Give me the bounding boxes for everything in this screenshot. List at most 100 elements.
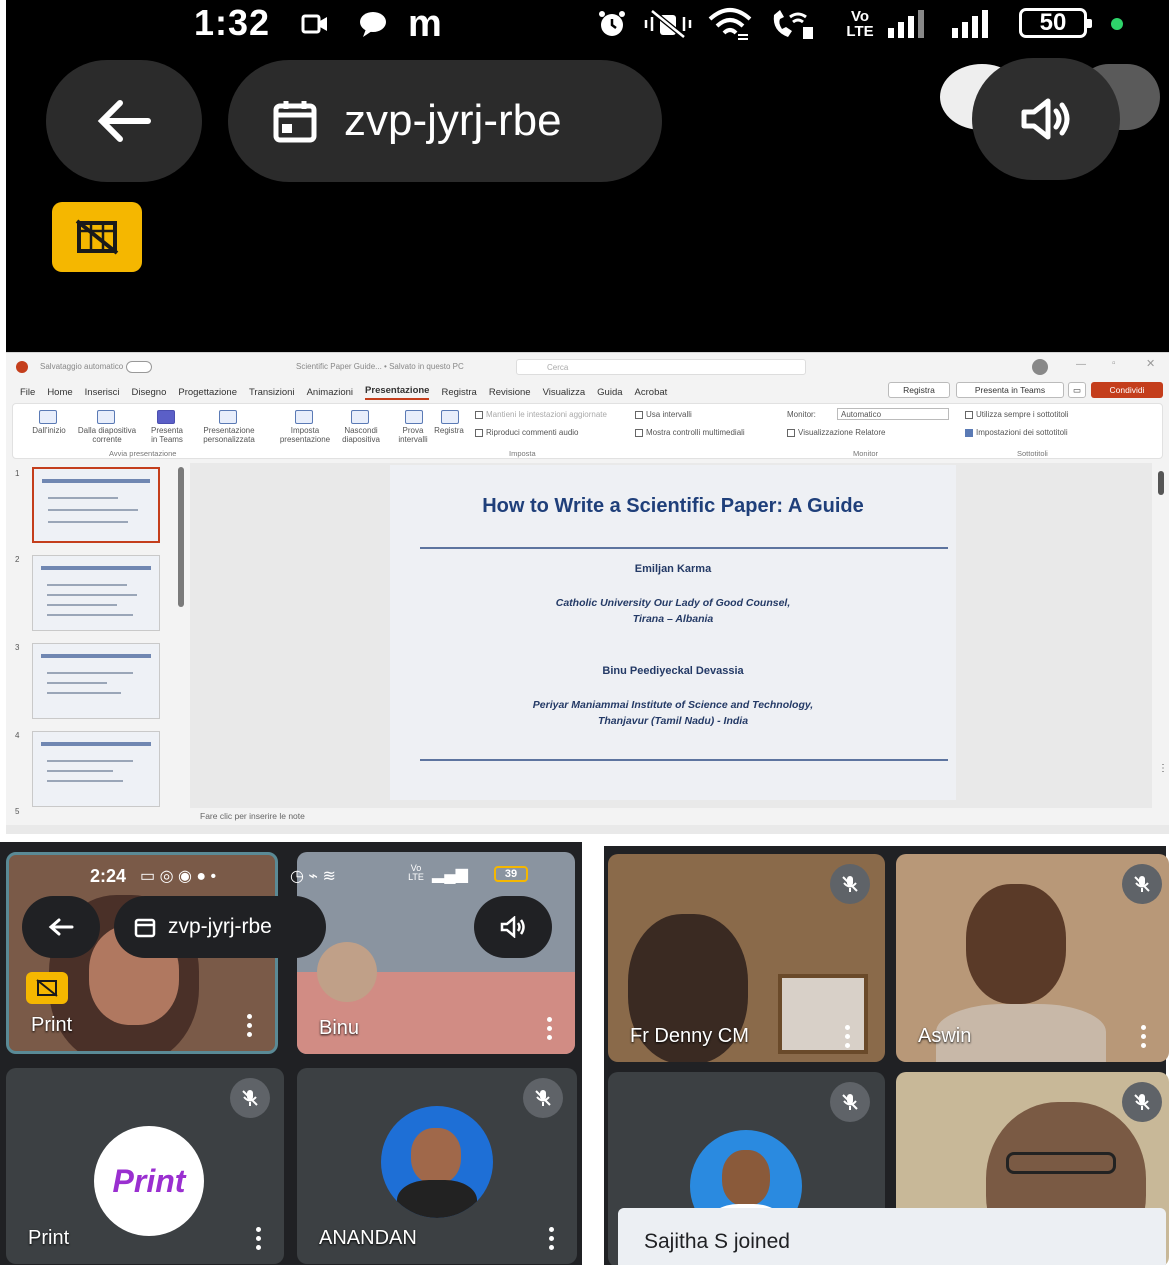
participant-name: Print bbox=[31, 1014, 73, 1036]
print-logo-avatar: Print bbox=[94, 1126, 204, 1236]
participant-tile-anandan[interactable]: ANANDAN bbox=[297, 1068, 577, 1264]
m-app-icon: m bbox=[408, 2, 442, 45]
menu-record[interactable]: Registra bbox=[441, 387, 476, 398]
share-button[interactable]: Condividi bbox=[1091, 382, 1163, 398]
search-placeholder: Cerca bbox=[547, 363, 569, 372]
slide-thumbnail-4[interactable] bbox=[32, 731, 160, 807]
participant-tile-fr-denny[interactable]: Fr Denny CM bbox=[608, 854, 885, 1062]
inner-meeting-code-chip[interactable]: zvp-jyrj-rbe bbox=[114, 896, 326, 958]
speaker-button[interactable] bbox=[972, 58, 1120, 180]
menu-help[interactable]: Guida bbox=[597, 387, 622, 398]
menu-slideshow[interactable]: Presentazione bbox=[365, 385, 430, 400]
inner-back-button[interactable] bbox=[22, 896, 100, 958]
menu-review[interactable]: Revisione bbox=[489, 387, 531, 398]
use-timings-check[interactable]: Usa intervalli bbox=[635, 410, 692, 419]
always-subtitles-check[interactable]: Utilizza sempre i sottotitoli bbox=[965, 410, 1068, 419]
custom-show-button[interactable]: Presentazione personalizzata bbox=[189, 426, 269, 444]
more-options-icon[interactable] bbox=[845, 1025, 851, 1048]
menu-acrobat[interactable]: Acrobat bbox=[635, 387, 668, 398]
slide-scrollbar[interactable]: ⋮ bbox=[1154, 463, 1169, 834]
slide-editing-area: How to Write a Scientific Paper: A Guide… bbox=[190, 463, 1152, 808]
inner-camera-off-indicator bbox=[26, 972, 68, 1004]
more-options-icon[interactable] bbox=[549, 1227, 555, 1250]
menu-file[interactable]: File bbox=[20, 387, 35, 398]
notes-pane[interactable]: Fare clic per inserire le note bbox=[190, 811, 1152, 825]
present-in-teams-label: Presenta in Teams bbox=[974, 385, 1046, 395]
ppt-status-bar bbox=[6, 825, 1169, 834]
thumbnail-scrollbar[interactable] bbox=[178, 467, 184, 607]
inner-speaker-button[interactable] bbox=[474, 896, 552, 958]
wifi-icon bbox=[708, 6, 752, 42]
menu-home[interactable]: Home bbox=[47, 387, 72, 398]
chat-bubble-icon bbox=[356, 6, 390, 42]
search-box[interactable]: Cerca bbox=[516, 359, 806, 375]
always-subtitles-label: Utilizza sempre i sottotitoli bbox=[976, 410, 1069, 419]
inner-status-icons: ▭ ◎ ◉ ● • bbox=[140, 868, 217, 885]
more-options-icon[interactable] bbox=[247, 1014, 253, 1037]
right-call-screenshot: Fr Denny CM Aswin Sajitha S joined bbox=[598, 842, 1169, 1265]
menu-transitions[interactable]: Transizioni bbox=[249, 387, 295, 398]
presenter-view-check[interactable]: Visualizzazione Relatore bbox=[787, 428, 885, 437]
play-narrations-check[interactable]: Riproduci commenti audio bbox=[475, 428, 579, 437]
no-video-icon bbox=[75, 219, 119, 255]
powerpoint-logo-icon bbox=[16, 361, 28, 373]
participant-tile-print[interactable]: Print Print bbox=[6, 1068, 284, 1264]
use-timings-label: Usa intervalli bbox=[646, 410, 692, 419]
inner-meeting-code: zvp-jyrj-rbe bbox=[168, 915, 272, 938]
rehearse-button[interactable]: Prova intervalli bbox=[393, 426, 433, 444]
calendar-icon bbox=[134, 918, 156, 938]
current-slide[interactable]: How to Write a Scientific Paper: A Guide… bbox=[390, 465, 956, 800]
meeting-code-chip[interactable]: zvp-jyrj-rbe bbox=[228, 60, 662, 182]
autosave-label: Salvataggio automatico bbox=[40, 362, 124, 371]
from-beginning-button[interactable]: Dall'inizio bbox=[23, 426, 75, 435]
setup-show-button[interactable]: Imposta presentazione bbox=[275, 426, 335, 444]
comments-button[interactable]: ▭ bbox=[1068, 382, 1086, 398]
from-current-button[interactable]: Dalla diapositiva corrente bbox=[75, 426, 139, 444]
maximize-icon[interactable]: ▫ bbox=[1112, 358, 1116, 369]
slide-thumbnail-2[interactable] bbox=[32, 555, 160, 631]
menu-animations[interactable]: Animazioni bbox=[307, 387, 353, 398]
back-button[interactable] bbox=[46, 60, 202, 182]
muted-mic-icon bbox=[1122, 864, 1162, 904]
more-options-icon[interactable] bbox=[547, 1017, 553, 1040]
media-controls-check[interactable]: Mostra controlli multimediali bbox=[635, 428, 745, 437]
record-slideshow-button[interactable]: Registra bbox=[431, 426, 467, 435]
menu-view[interactable]: Visualizza bbox=[543, 387, 586, 398]
keep-headers-check[interactable]: Mantieni le intestazioni aggiornate bbox=[475, 410, 607, 419]
muted-mic-icon bbox=[1122, 1082, 1162, 1122]
more-options-icon[interactable] bbox=[256, 1227, 262, 1250]
slide-thumbnail-1[interactable] bbox=[32, 467, 160, 543]
monitor-label: Monitor: bbox=[787, 410, 816, 419]
participant-tile-aswin[interactable]: Aswin bbox=[896, 854, 1169, 1062]
participant-name: ANANDAN bbox=[319, 1227, 417, 1249]
minimize-icon[interactable]: — bbox=[1076, 359, 1086, 370]
wifi-calling-icon bbox=[768, 6, 814, 42]
menu-draw[interactable]: Disegno bbox=[132, 387, 167, 398]
present-teams-ribbon-button[interactable]: Presenta in Teams bbox=[147, 426, 187, 444]
custom-show-icon bbox=[219, 410, 237, 424]
inner-signal-icon: ▂▄▆ bbox=[432, 866, 468, 883]
signal-1-icon bbox=[886, 6, 928, 42]
more-options-icon[interactable] bbox=[1141, 1025, 1147, 1048]
slide-thumbnail-3[interactable] bbox=[32, 643, 160, 719]
hide-slide-button[interactable]: Nascondi diapositiva bbox=[333, 426, 389, 444]
menu-design[interactable]: Progettazione bbox=[178, 387, 237, 398]
record-button[interactable]: Registra bbox=[888, 382, 950, 398]
muted-mic-icon bbox=[523, 1078, 563, 1118]
menu-insert[interactable]: Inserisci bbox=[85, 387, 120, 398]
hide-slide-icon bbox=[351, 410, 369, 424]
autosave-toggle[interactable] bbox=[126, 361, 152, 373]
close-icon[interactable]: ✕ bbox=[1146, 357, 1155, 370]
inner-volte-icon: Vo LTE bbox=[408, 863, 424, 882]
account-avatar[interactable] bbox=[1032, 359, 1048, 375]
subtitle-settings-button[interactable]: Impostazioni dei sottotitoli bbox=[965, 428, 1068, 437]
monitor-value: Automatico bbox=[841, 410, 882, 419]
present-in-teams-button[interactable]: Presenta in Teams bbox=[956, 382, 1064, 398]
presenter-view-label: Visualizzazione Relatore bbox=[798, 428, 886, 437]
inner-battery-level: 39 bbox=[504, 868, 518, 880]
mute-vibrate-icon bbox=[642, 6, 694, 42]
media-controls-label: Mostra controlli multimediali bbox=[646, 428, 745, 437]
slide-bottom-rule bbox=[420, 759, 948, 761]
inner-status-right-icons: ◷ ⌁ ≋ bbox=[290, 868, 336, 885]
monitor-select[interactable]: Automatico bbox=[837, 408, 949, 420]
